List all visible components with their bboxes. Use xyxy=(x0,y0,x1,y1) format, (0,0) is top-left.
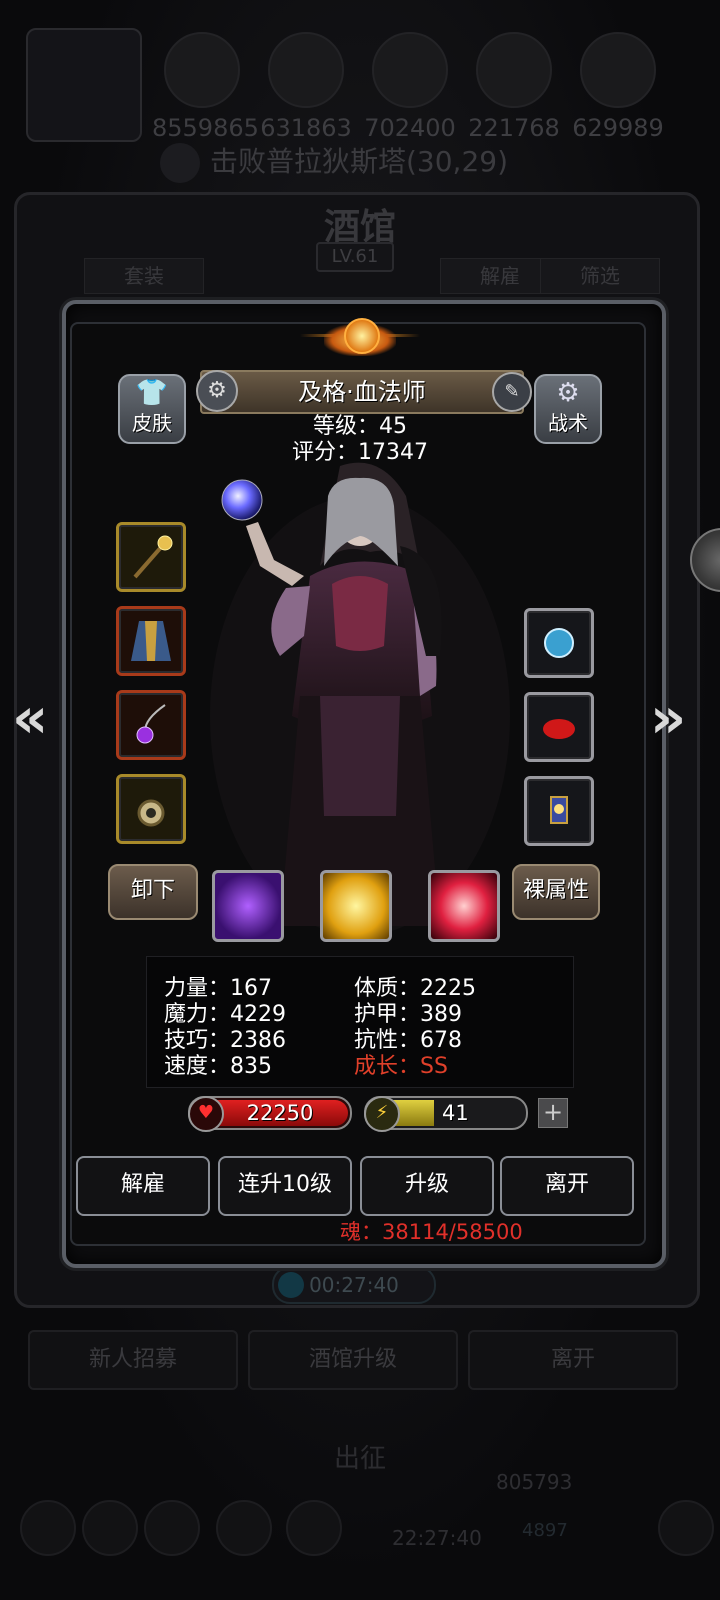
leave-button[interactable]: 离开 xyxy=(500,1156,634,1216)
nav-icon[interactable] xyxy=(658,1500,714,1556)
tavern-upgrade-button[interactable]: 酒馆升级 xyxy=(248,1330,458,1390)
amulet-slot[interactable] xyxy=(116,690,186,760)
gold-count: 805793 xyxy=(496,1470,573,1494)
resource-2: 631863 xyxy=(256,32,356,142)
resource-3: 702400 xyxy=(360,32,460,142)
orb-slot[interactable] xyxy=(524,608,594,678)
lantern-slot[interactable] xyxy=(524,776,594,846)
energy-bar: 41 ⚡ xyxy=(364,1096,528,1132)
ring-slot[interactable] xyxy=(116,774,186,844)
heart-icon: ♥ xyxy=(188,1096,224,1132)
amulet-icon xyxy=(136,704,166,744)
level-up-button[interactable]: 升级 xyxy=(360,1156,494,1216)
clock: 22:27:40 xyxy=(392,1526,482,1550)
energy-value: 41 xyxy=(442,1101,469,1125)
gem-slot[interactable] xyxy=(524,692,594,762)
tab-filter[interactable]: 筛选 xyxy=(540,258,660,294)
crest-emblem xyxy=(300,304,420,374)
gear-icon: ⚙ xyxy=(556,378,580,408)
resource-4: 221768 xyxy=(464,32,564,142)
tavern-level: LV.61 xyxy=(316,242,394,272)
resource-icon xyxy=(372,32,448,108)
crest-core xyxy=(344,318,380,354)
prev-hero-arrow-icon[interactable]: « xyxy=(12,686,48,751)
quest-icon xyxy=(160,143,200,183)
player-portrait[interactable] xyxy=(26,28,142,142)
stat-growth: 成长：SS xyxy=(354,1054,448,1079)
stat-speed: 速度：835 xyxy=(164,1054,272,1079)
resource-icon xyxy=(580,32,656,108)
armor-slot[interactable] xyxy=(116,606,186,676)
resource-icon xyxy=(164,32,240,108)
level-up-10-button[interactable]: 连升10级 xyxy=(218,1156,352,1216)
lightning-icon: ⚡ xyxy=(364,1096,400,1132)
rename-edit-icon[interactable]: ✎ xyxy=(492,372,532,412)
resource-1: 8559865 xyxy=(152,32,259,142)
slash-skill-icon[interactable] xyxy=(428,870,500,942)
quest-tracker[interactable]: 击败普拉狄斯塔(30,29) xyxy=(160,140,580,188)
sortie-label: 出征 xyxy=(333,1444,386,1474)
settings-gear-icon[interactable]: ⚙ xyxy=(196,370,238,412)
hero-name: 及格·血法师 xyxy=(298,378,426,406)
lantern-icon xyxy=(550,796,568,824)
burst-skill-icon[interactable] xyxy=(320,870,392,942)
tactics-button[interactable]: ⚙ 战术 xyxy=(534,374,602,444)
nav-icon[interactable] xyxy=(144,1500,200,1556)
next-hero-arrow-icon[interactable]: » xyxy=(650,686,686,751)
soul-counter: 魂：38114/58500 xyxy=(340,1220,523,1244)
nav-icon[interactable] xyxy=(82,1500,138,1556)
resource-5: 629989 xyxy=(568,32,668,142)
skin-button[interactable]: 👕 皮肤 xyxy=(118,374,186,444)
staff-icon xyxy=(133,535,173,579)
tavern-leave-button[interactable]: 离开 xyxy=(468,1330,678,1390)
resource-icon xyxy=(476,32,552,108)
nav-icon[interactable] xyxy=(286,1500,342,1556)
recruit-button[interactable]: 新人招募 xyxy=(28,1330,238,1390)
staff-slot[interactable] xyxy=(116,522,186,592)
nav-icon[interactable] xyxy=(216,1500,272,1556)
unequip-button[interactable]: 卸下 xyxy=(108,864,198,920)
hero-portrait xyxy=(210,462,510,936)
dismiss-button[interactable]: 解雇 xyxy=(76,1156,210,1216)
ring-icon xyxy=(137,799,165,827)
shadow-skill-icon[interactable] xyxy=(212,870,284,942)
bare-attributes-button[interactable]: 裸属性 xyxy=(512,864,600,920)
tab-set[interactable]: 套装 xyxy=(84,258,204,294)
gem-count: 4897 xyxy=(522,1520,568,1541)
shirt-icon: 👕 xyxy=(135,378,169,408)
orb-icon xyxy=(544,628,574,658)
robe-icon xyxy=(131,621,171,661)
resource-bar: 8559865 631863 702400 221768 629989 xyxy=(26,28,708,142)
timer-icon xyxy=(278,1272,304,1298)
hp-bar: 22250 ♥ xyxy=(188,1096,352,1132)
tavern-timer: 00:27:40 xyxy=(272,1266,436,1304)
gem-icon xyxy=(543,719,575,739)
add-energy-button[interactable]: + xyxy=(538,1098,568,1128)
resource-icon xyxy=(268,32,344,108)
nav-icon[interactable] xyxy=(20,1500,76,1556)
